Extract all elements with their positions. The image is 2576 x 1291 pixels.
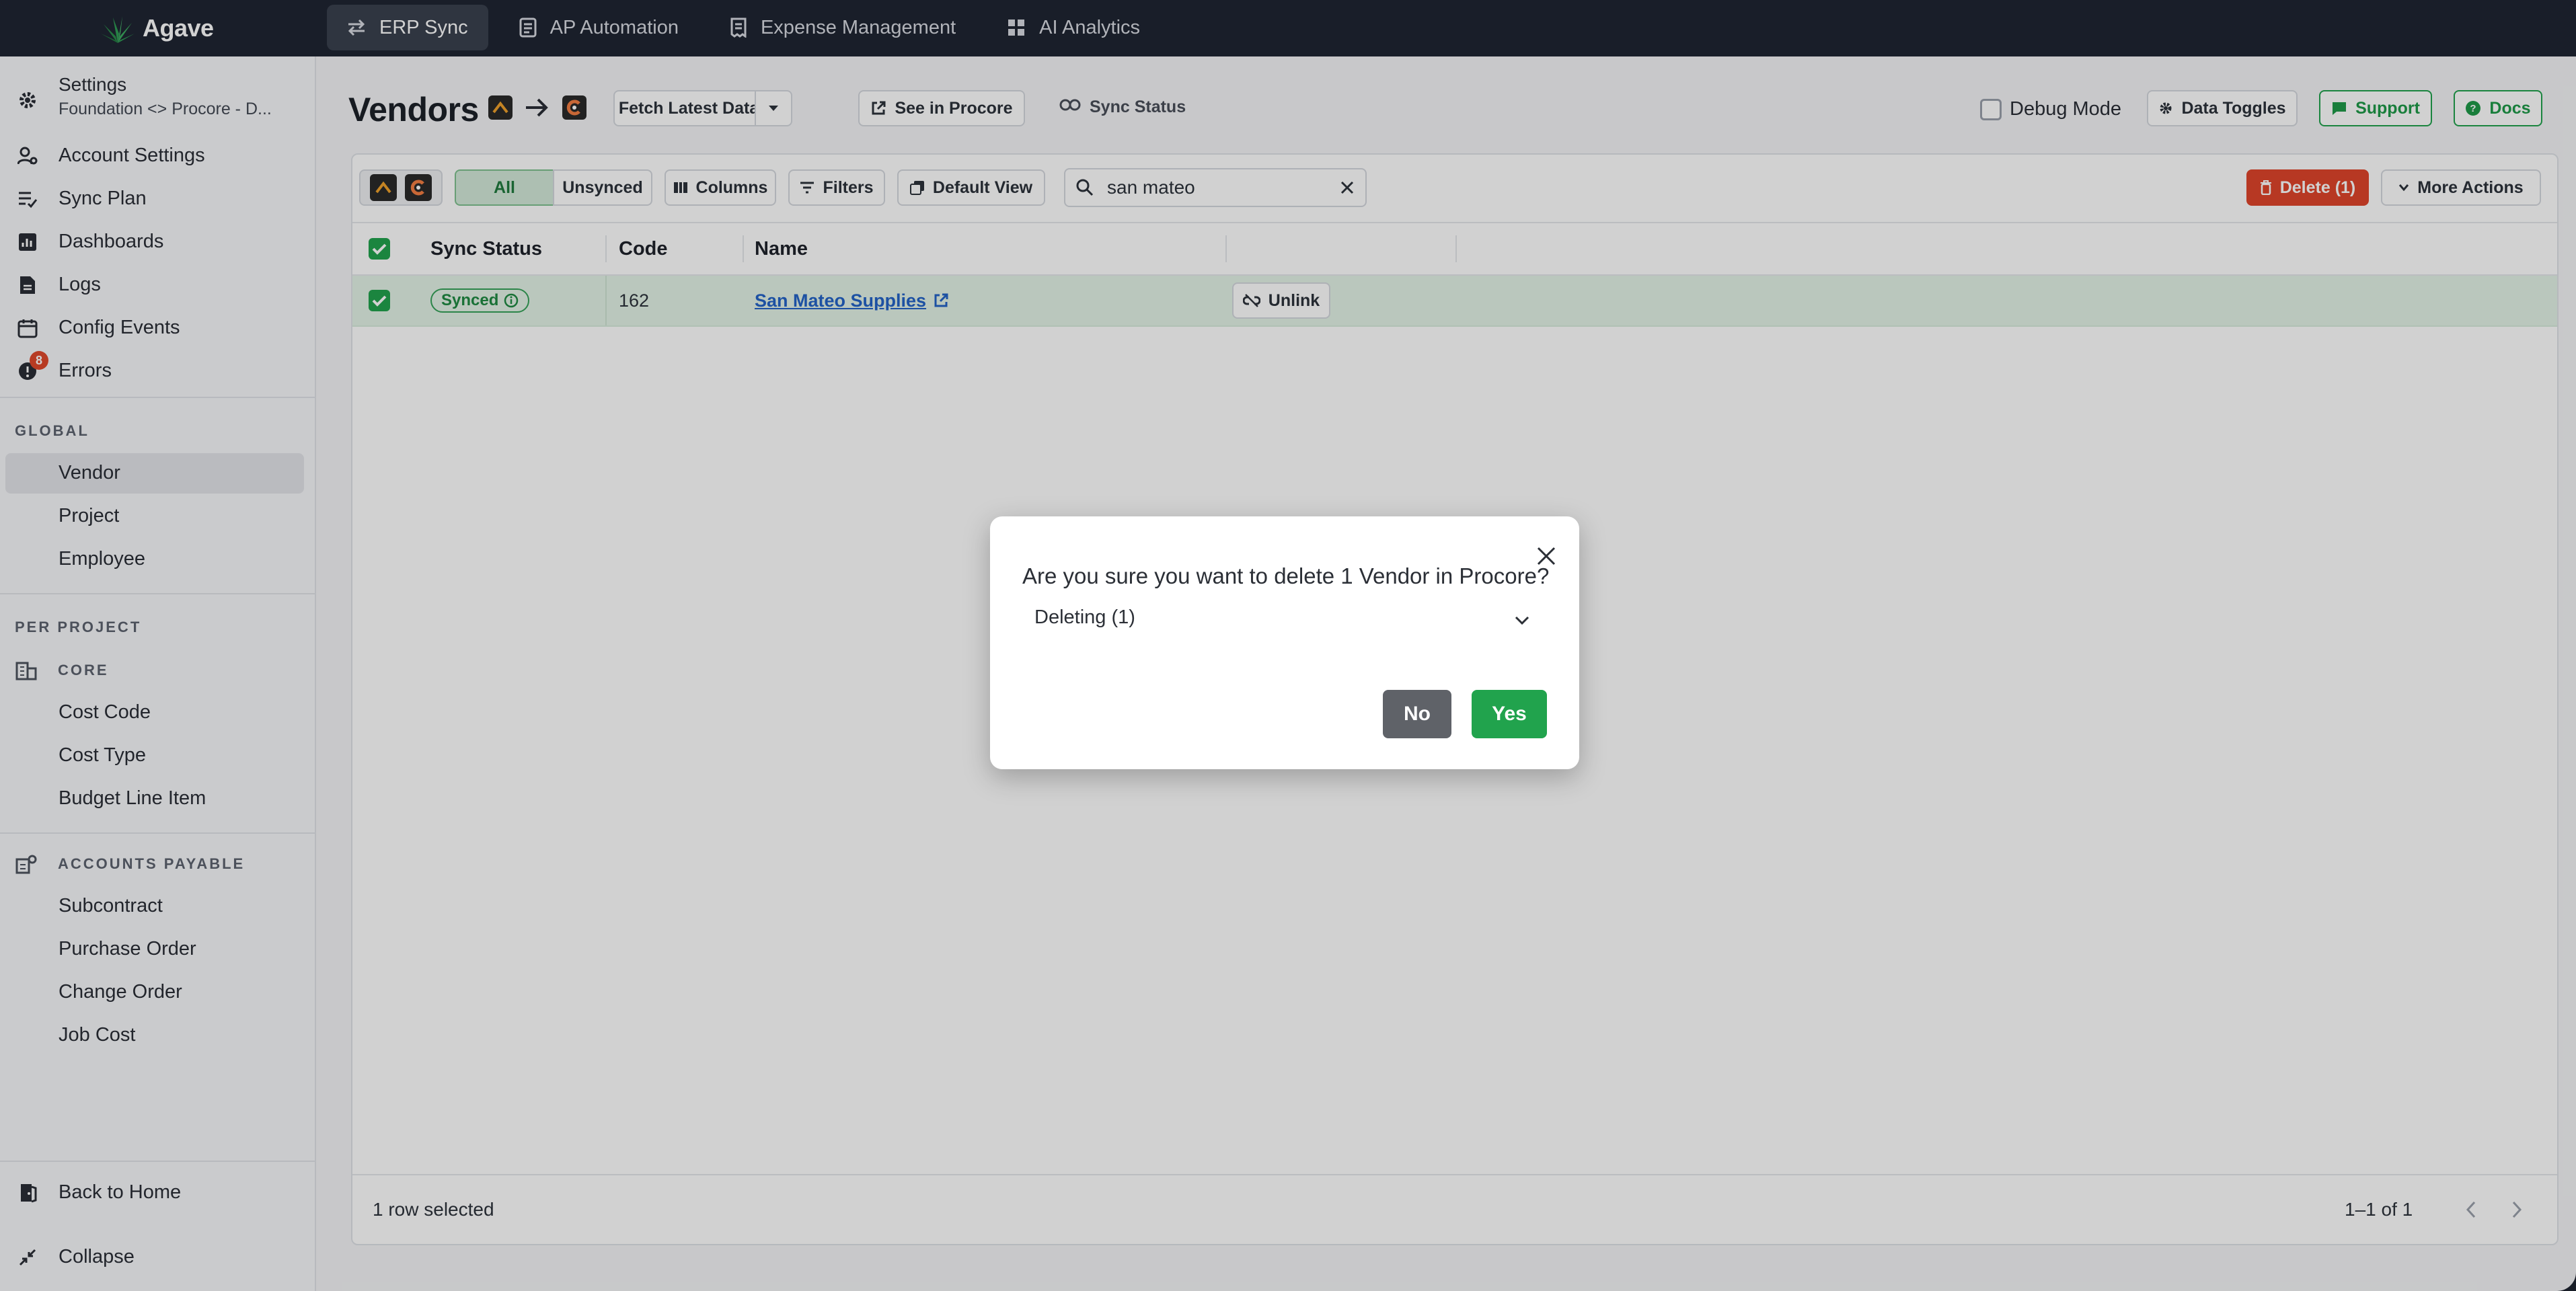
dialog-title: Are you sure you want to delete 1 Vendor… xyxy=(1022,563,1550,588)
button-label: Yes xyxy=(1492,703,1527,725)
deleting-items-dropdown[interactable]: Deleting (1) xyxy=(1022,596,1547,646)
yes-button[interactable]: Yes xyxy=(1472,690,1547,738)
button-label: No xyxy=(1404,703,1431,725)
delete-confirmation-dialog: Are you sure you want to delete 1 Vendor… xyxy=(990,516,1579,769)
no-button[interactable]: No xyxy=(1383,690,1451,738)
chevron-down-icon xyxy=(1515,616,1529,625)
dropdown-label: Deleting (1) xyxy=(1034,607,1135,628)
